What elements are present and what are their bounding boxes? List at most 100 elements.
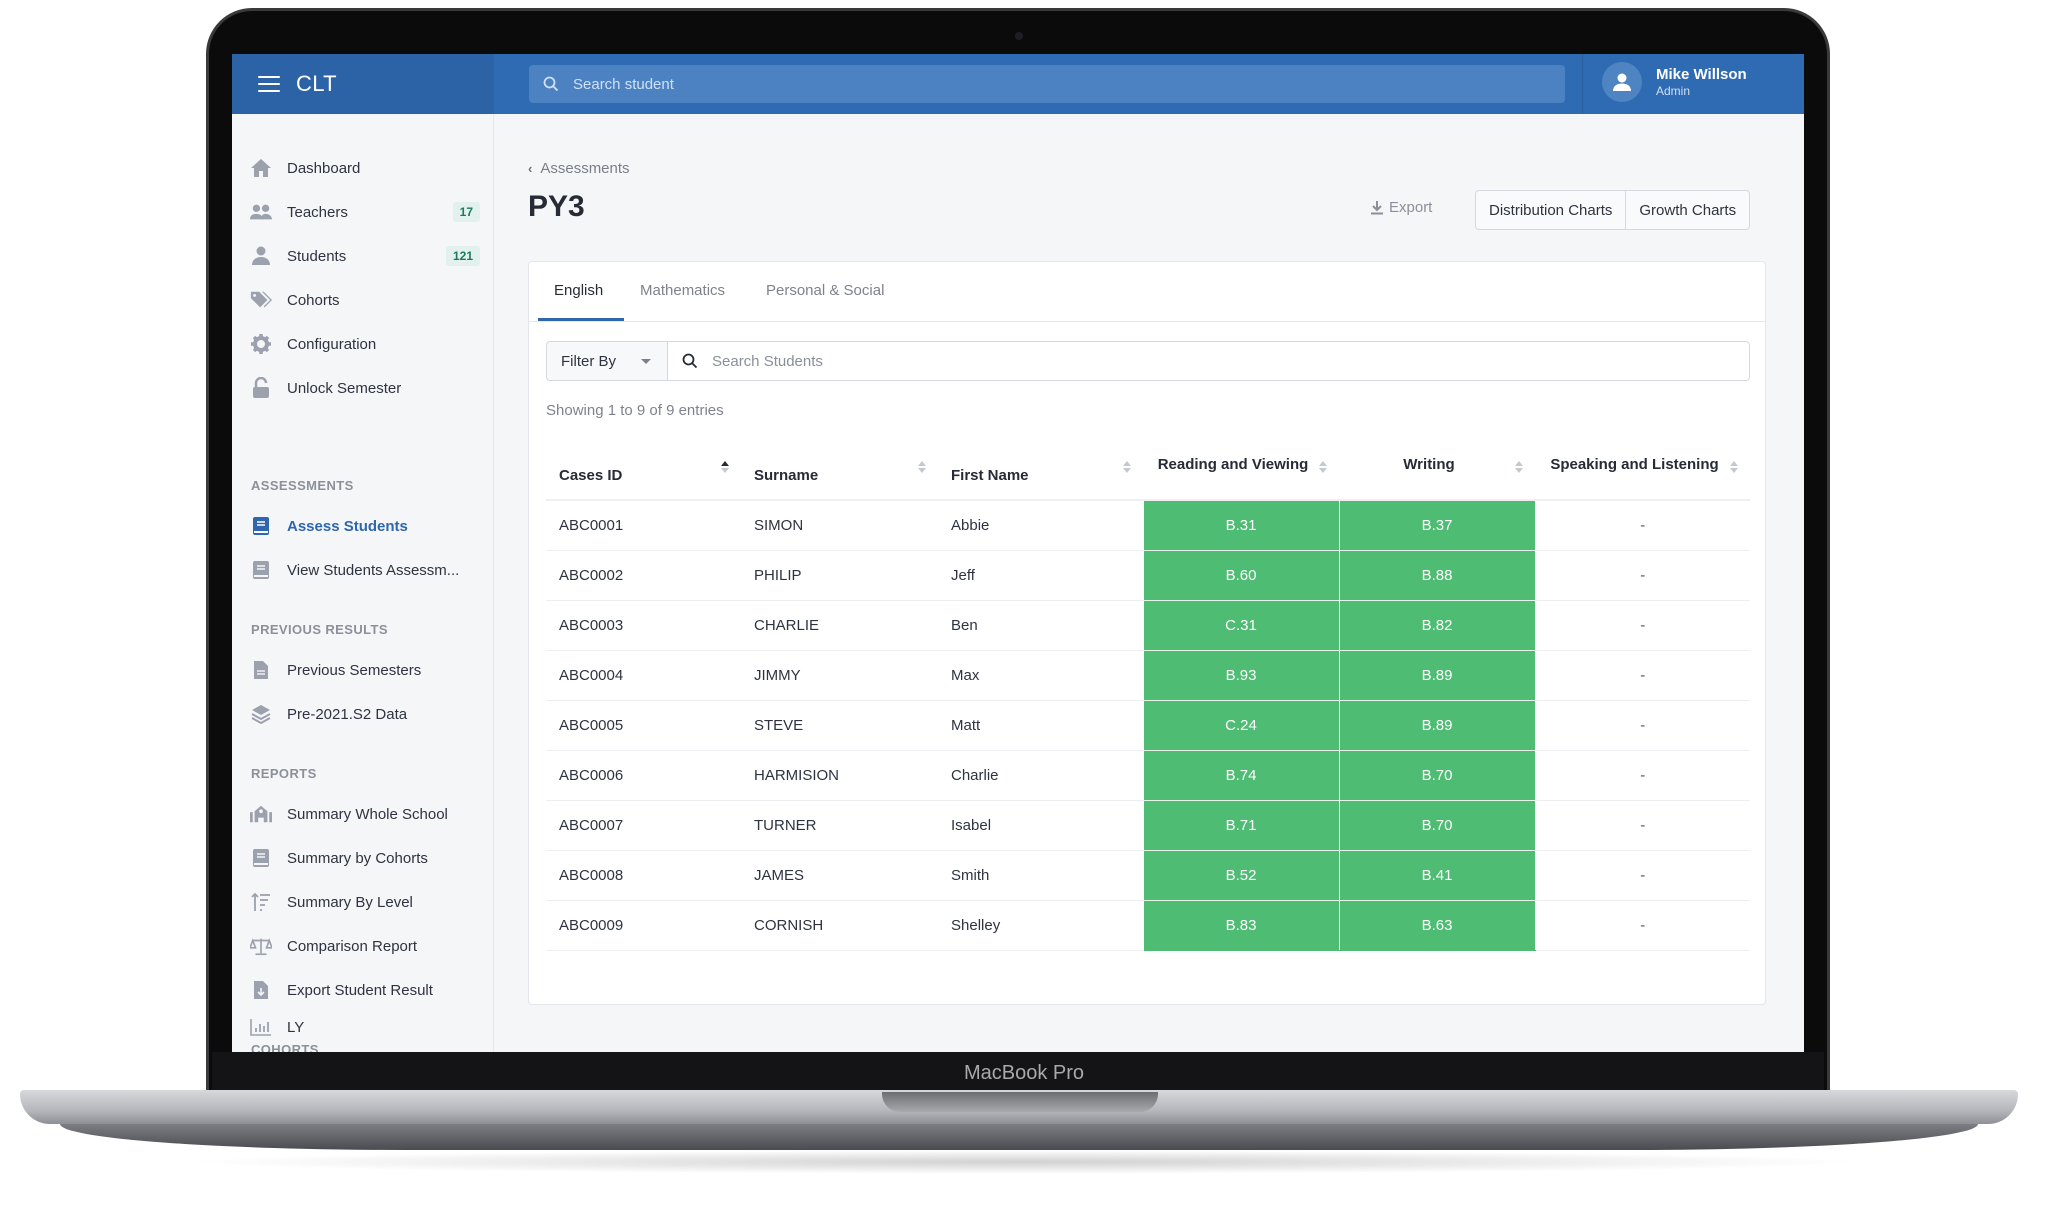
table-row[interactable]: ABC0009 CORNISH Shelley B.83 B.63-	[546, 900, 1750, 951]
first-name-cell: Jeff	[938, 550, 1143, 601]
surname-cell: PHILIP	[741, 550, 938, 601]
table-row[interactable]: ABC0003 CHARLIE Ben C.31 B.82-	[546, 600, 1750, 651]
sort-icon[interactable]	[1515, 461, 1523, 473]
column-header-writing[interactable]: Writing	[1339, 430, 1535, 501]
sidebar-item-export-student-result[interactable]: Export Student Result	[250, 975, 480, 1005]
writing-grade-cell[interactable]: B.70	[1338, 750, 1536, 801]
export-button[interactable]: Export	[1370, 199, 1432, 216]
gear-icon	[250, 333, 272, 355]
reading-viewing-grade-cell[interactable]: C.24	[1142, 700, 1340, 751]
sidebar-item-students[interactable]: Students 121	[250, 241, 480, 271]
active-tab-indicator	[538, 318, 624, 321]
tags-icon	[250, 289, 272, 311]
sidebar-item-comparison-report[interactable]: Comparison Report	[250, 931, 480, 961]
distribution-charts-button[interactable]: Distribution Charts	[1476, 191, 1625, 229]
table-row[interactable]: ABC0004 JIMMY Max B.93 B.89-	[546, 650, 1750, 701]
table-row[interactable]: ABC0002 PHILIP Jeff B.60 B.88-	[546, 550, 1750, 601]
sidebar-item-assess-students[interactable]: Assess Students	[250, 511, 480, 541]
column-header-cases-id[interactable]: Cases ID	[546, 430, 741, 501]
writing-grade-cell[interactable]: B.82	[1338, 600, 1536, 651]
search-placeholder: Search student	[573, 75, 674, 93]
reading-viewing-grade-cell[interactable]: B.83	[1142, 900, 1340, 951]
sidebar-item-teachers[interactable]: Teachers 17	[250, 197, 480, 227]
table-header-row: Cases ID Surname First Name Reading and Vie…	[546, 430, 1750, 501]
column-header-label: Reading and Viewing	[1157, 455, 1309, 473]
case-id-cell: ABC0008	[546, 850, 741, 901]
reading-viewing-grade-cell[interactable]: B.93	[1142, 650, 1340, 701]
sidebar-item-pre-2021-data[interactable]: Pre-2021.S2 Data	[250, 699, 480, 729]
reading-viewing-grade-cell[interactable]: B.60	[1142, 550, 1340, 601]
sidebar-item-cohort-ly[interactable]: LY	[250, 1012, 480, 1042]
speaking-listening-cell: -	[1535, 750, 1750, 801]
tab-mathematics[interactable]: Mathematics	[640, 282, 725, 299]
reading-viewing-grade-cell[interactable]: B.71	[1142, 800, 1340, 851]
case-id-cell: ABC0007	[546, 800, 741, 851]
filter-by-label: Filter By	[561, 352, 617, 370]
speaking-listening-cell: -	[1535, 850, 1750, 901]
sidebar-item-unlock-semester[interactable]: Unlock Semester	[250, 373, 480, 403]
sidebar-item-previous-semesters[interactable]: Previous Semesters	[250, 655, 480, 685]
writing-grade-cell[interactable]: B.41	[1338, 850, 1536, 901]
user-menu[interactable]: Mike Willson Admin	[1602, 62, 1747, 102]
column-header-label: Writing	[1403, 455, 1455, 473]
speaking-listening-cell: -	[1535, 700, 1750, 751]
first-name-cell: Charlie	[938, 750, 1143, 801]
case-id-cell: ABC0009	[546, 900, 741, 951]
case-id-cell: ABC0001	[546, 500, 741, 551]
column-header-reading-and-viewing[interactable]: Reading and Viewing	[1143, 430, 1339, 501]
sort-icon[interactable]	[918, 461, 926, 473]
user-role: Admin	[1656, 84, 1691, 98]
sort-icon[interactable]	[1319, 461, 1327, 473]
tab-personal-social[interactable]: Personal & Social	[766, 282, 884, 299]
surname-cell: CHARLIE	[741, 600, 938, 651]
sort-icon[interactable]	[1123, 461, 1131, 473]
first-name-cell: Max	[938, 650, 1143, 701]
sidebar-item-summary-by-cohorts[interactable]: Summary by Cohorts	[250, 843, 480, 873]
column-header-label: Speaking and Listening	[1550, 455, 1719, 473]
writing-grade-cell[interactable]: B.89	[1338, 650, 1536, 701]
reading-viewing-grade-cell[interactable]: B.52	[1142, 850, 1340, 901]
surname-cell: JIMMY	[741, 650, 938, 701]
sidebar-item-view-students-assessments[interactable]: View Students Assessm...	[250, 555, 480, 585]
sidebar-item-configuration[interactable]: Configuration	[250, 329, 480, 359]
table-row[interactable]: ABC0005 STEVE Matt C.24 B.89-	[546, 700, 1750, 751]
section-label-previous-results: PREVIOUS RESULTS	[251, 622, 388, 637]
writing-grade-cell[interactable]: B.88	[1338, 550, 1536, 601]
sidebar-item-dashboard[interactable]: Dashboard	[250, 153, 480, 183]
section-label-reports: REPORTS	[251, 766, 317, 781]
sidebar-item-summary-whole-school[interactable]: Summary Whole School	[250, 799, 480, 829]
writing-grade-cell[interactable]: B.37	[1338, 500, 1536, 551]
column-header-first-name[interactable]: First Name	[938, 430, 1143, 501]
reading-viewing-grade-cell[interactable]: C.31	[1142, 600, 1340, 651]
sort-amount-icon	[250, 891, 272, 913]
sidebar-item-cohorts[interactable]: Cohorts	[250, 285, 480, 315]
table-row[interactable]: ABC0006 HARMISION Charlie B.74 B.70-	[546, 750, 1750, 801]
sort-asc-icon[interactable]	[721, 461, 729, 473]
writing-grade-cell[interactable]: B.70	[1338, 800, 1536, 851]
column-header-surname[interactable]: Surname	[741, 430, 938, 501]
search-students-input[interactable]: Search Students	[668, 341, 1750, 381]
writing-grade-cell[interactable]: B.89	[1338, 700, 1536, 751]
file-icon	[250, 659, 272, 681]
writing-grade-cell[interactable]: B.63	[1338, 900, 1536, 951]
growth-charts-button[interactable]: Growth Charts	[1625, 191, 1749, 229]
column-header-speaking-and-listening[interactable]: Speaking and Listening	[1535, 430, 1750, 501]
filter-by-dropdown[interactable]: Filter By	[546, 341, 668, 381]
reading-viewing-grade-cell[interactable]: B.31	[1142, 500, 1340, 551]
tab-english[interactable]: English	[554, 282, 603, 299]
menu-icon[interactable]	[258, 76, 280, 92]
search-student-input[interactable]: Search student	[529, 65, 1565, 103]
sort-icon[interactable]	[1730, 461, 1738, 473]
table-body: ABC0001 SIMON Abbie B.31 B.37- ABC0002 PHILIP J…	[546, 500, 1750, 951]
laptop-notch	[882, 1092, 1158, 1112]
breadcrumb[interactable]: ‹ Assessments	[528, 160, 630, 177]
reading-viewing-grade-cell[interactable]: B.74	[1142, 750, 1340, 801]
app-screen: CLT Search student Mike Willson Admin Da…	[232, 54, 1804, 1052]
table-row[interactable]: ABC0008 JAMES Smith B.52 B.41-	[546, 850, 1750, 901]
case-id-cell: ABC0006	[546, 750, 741, 801]
unlock-icon	[250, 377, 272, 399]
table-row[interactable]: ABC0007 TURNER Isabel B.71 B.70-	[546, 800, 1750, 851]
table-row[interactable]: ABC0001 SIMON Abbie B.31 B.37-	[546, 500, 1750, 551]
avatar	[1602, 62, 1642, 102]
sidebar-item-summary-by-level[interactable]: Summary By Level	[250, 887, 480, 917]
